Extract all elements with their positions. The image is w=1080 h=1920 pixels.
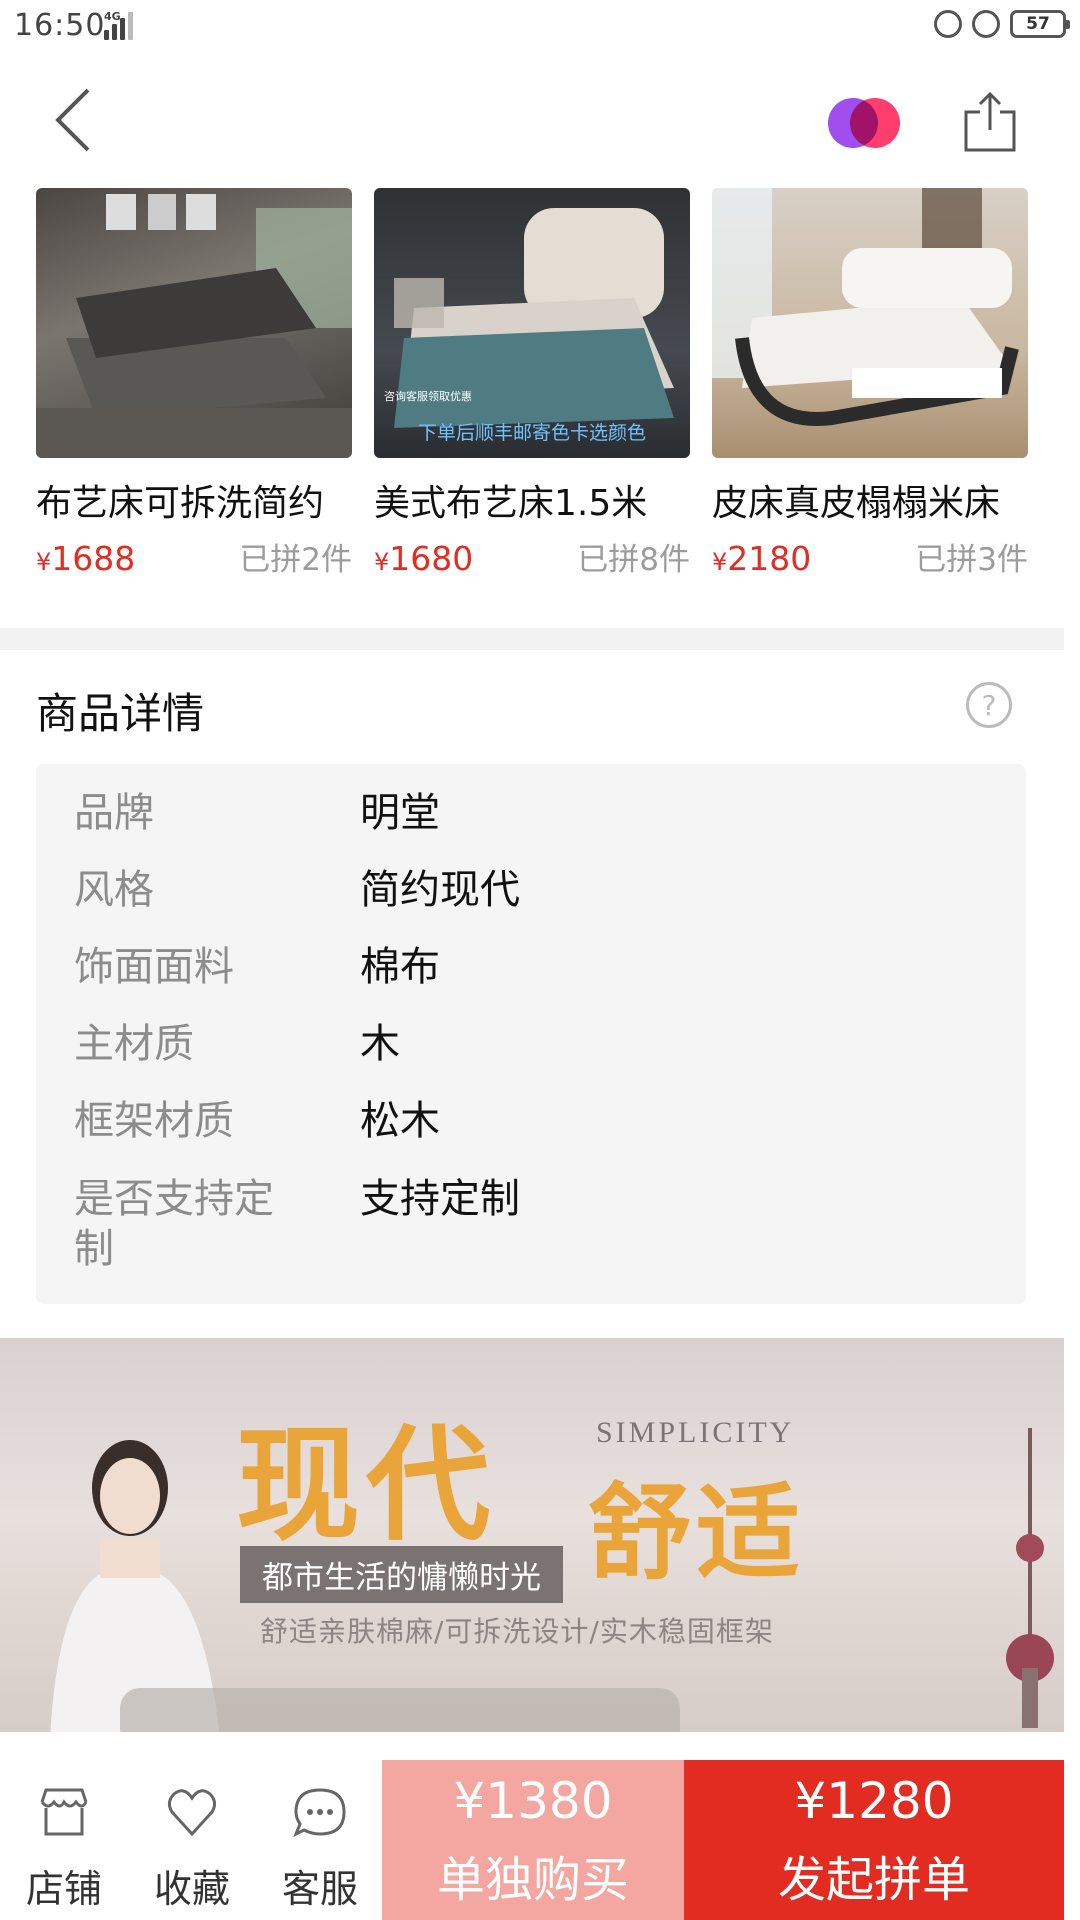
product-card[interactable]: 皮床真皮榻榻米床 ¥2180 已拼3件 (712, 188, 1028, 579)
sofa-illustration (120, 1688, 680, 1732)
product-price: ¥1680 (374, 539, 474, 578)
spec-key: 主材质 (74, 1021, 194, 1067)
spec-key: 是否支持定制 (74, 1176, 274, 1272)
image-caption-small: 咨询客服领取优惠 (384, 390, 472, 403)
related-products: 布艺床可拆洗简约 ¥1688 已拼2件 咨询客服领取优惠 下单后顺丰邮寄色卡选颜… (0, 188, 1080, 628)
chevron-left-icon (55, 88, 90, 152)
buy-single-button[interactable]: ¥1380 单独购买 (382, 1760, 684, 1920)
spec-key: 框架材质 (74, 1098, 234, 1144)
chat-icon (293, 1788, 346, 1838)
banner-subtitle: 舒适亲肤棉麻/可拆洗设计/实木稳固框架 (260, 1615, 774, 1648)
product-card[interactable]: 咨询客服领取优惠 下单后顺丰邮寄色卡选颜色 美式布艺床1.5米 ¥1680 已拼… (374, 188, 690, 579)
group-label: 发起拼单 (777, 1852, 970, 1908)
heart-icon (167, 1789, 217, 1837)
product-name: 皮床真皮榻榻米床 (712, 483, 1001, 524)
status-time: 16:50 (14, 8, 106, 43)
sold-count: 已拼2件 (239, 542, 352, 578)
status-bar: 16:50 4G 57 (0, 0, 1080, 54)
spec-key: 品牌 (74, 790, 154, 836)
spec-key: 饰面面料 (74, 944, 234, 990)
bottom-action-bar: 店铺 收藏 客服 ¥1380 单独购买 ¥1280 发起拼单 (0, 1760, 1080, 1920)
store-icon (40, 1788, 88, 1836)
product-image[interactable] (712, 188, 1028, 458)
section-divider (0, 628, 1064, 650)
battery-level: 57 (1026, 14, 1050, 34)
image-caption: 下单后顺丰邮寄色卡选颜色 (417, 422, 646, 444)
model-illustration (50, 1440, 220, 1732)
details-title: 商品详情 (36, 689, 205, 738)
banner-title-2: 舒适 (588, 1471, 805, 1594)
product-card[interactable]: 布艺床可拆洗简约 ¥1688 已拼2件 (36, 188, 352, 579)
favorite-button[interactable]: 收藏 (128, 1760, 256, 1920)
product-name: 布艺床可拆洗简约 (36, 483, 325, 524)
spec-value: 简约现代 (360, 867, 520, 913)
product-price: ¥1688 (36, 539, 136, 578)
group-price: ¥1280 (794, 1772, 954, 1830)
spec-value: 松木 (360, 1098, 440, 1144)
spec-value: 木 (360, 1021, 400, 1067)
lock-rotation-icon (934, 10, 962, 38)
spec-table: 品牌 明堂 风格 简约现代 饰面面料 棉布 主材质 木 框架材质 松木 是否支持… (36, 764, 1026, 1304)
signal-icon: 4G (104, 10, 133, 40)
single-label: 单独购买 (436, 1852, 629, 1908)
scroll-edge (1064, 188, 1080, 1920)
store-label: 店铺 (25, 1867, 102, 1911)
product-price: ¥2180 (712, 539, 812, 578)
back-button[interactable] (44, 80, 114, 160)
banner-english: SIMPLICITY (596, 1416, 795, 1449)
product-name: 美式布艺床1.5米 (374, 483, 648, 524)
product-image[interactable]: 咨询客服领取优惠 下单后顺丰邮寄色卡选颜色 (374, 188, 690, 458)
share-button[interactable] (962, 90, 1018, 154)
banner-tag: 都市生活的慵懒时光 (240, 1546, 563, 1603)
spec-value: 明堂 (360, 790, 440, 836)
favorite-label: 收藏 (153, 1867, 230, 1911)
alarm-icon (972, 10, 1000, 38)
sold-count: 已拼3件 (915, 542, 1028, 578)
spec-value: 支持定制 (360, 1176, 520, 1222)
promo-banner: 现代 SIMPLICITY 舒适 都市生活的慵懒时光 舒适亲肤棉麻/可拆洗设计/… (0, 1338, 1064, 1732)
service-label: 客服 (281, 1867, 358, 1911)
store-button[interactable]: 店铺 (0, 1760, 128, 1920)
duo-circles-icon[interactable] (828, 98, 900, 148)
single-price: ¥1380 (453, 1772, 613, 1830)
top-navigation (0, 54, 1080, 188)
tower-illustration (1006, 1428, 1054, 1728)
service-button[interactable]: 客服 (256, 1760, 384, 1920)
network-type: 4G (104, 10, 121, 23)
product-image[interactable] (36, 188, 352, 458)
spec-value: 棉布 (360, 944, 440, 990)
battery-icon: 57 (1010, 10, 1070, 38)
help-icon[interactable]: ? (966, 682, 1012, 728)
sold-count: 已拼8件 (577, 542, 690, 578)
spec-key: 风格 (74, 867, 154, 913)
group-buy-button[interactable]: ¥1280 发起拼单 (684, 1760, 1064, 1920)
share-icon (964, 91, 1016, 152)
banner-title: 现代 (236, 1413, 497, 1558)
